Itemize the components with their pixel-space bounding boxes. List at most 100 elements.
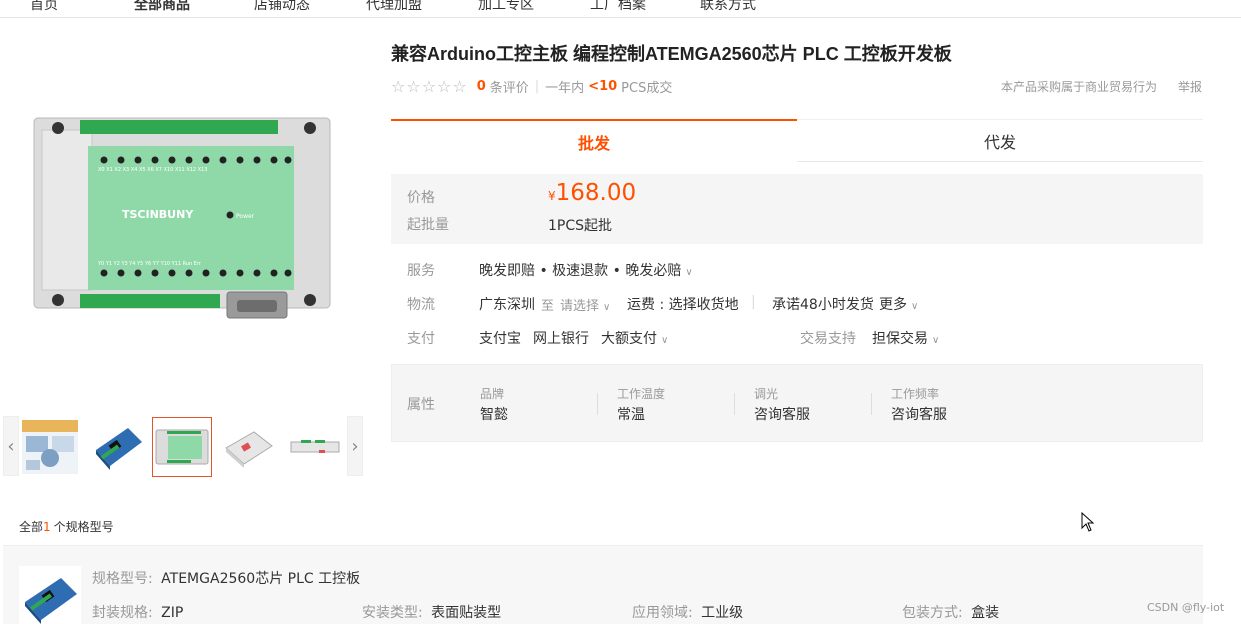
chevron-right-icon: › — [351, 435, 359, 457]
divider — [597, 393, 598, 415]
price-label: 价格 — [407, 190, 435, 206]
spec-key: 应用领域: — [632, 605, 693, 621]
destination-placeholder: 请选择 — [560, 299, 600, 314]
top-nav: 首页 全部商品 店铺动态 代理加盟 加工专区 工厂档案 联系方式 — [0, 0, 1241, 18]
tab-dropship[interactable]: 代发 — [797, 119, 1203, 162]
star-empty-icon: ☆ — [437, 76, 452, 96]
spec-value: ATEMGA2560芯片 PLC 工控板 — [161, 571, 361, 587]
spec-mount: 安装类型: 表面贴装型 — [362, 602, 501, 622]
spec-count: 全部1 个规格型号 — [19, 518, 114, 535]
chevron-down-icon: ∨ — [685, 267, 693, 278]
trade-support-label: 交易支持 — [800, 331, 856, 347]
service-row: 服务 晚发即赔 • 极速退款 • 晚发必赔 ∨ — [391, 260, 1203, 280]
attributes-label: 属性 — [407, 397, 435, 413]
product-main-image[interactable]: X0 X1 X2 X3 X4 X5 X6 X7 X10 X11 X12 X13 … — [22, 100, 342, 330]
spec-value: 盒装 — [971, 605, 1000, 621]
more-label: 更多 — [879, 297, 907, 313]
nav-factory[interactable]: 工厂档案 — [590, 0, 646, 14]
payment-online-bank: 网上银行 — [533, 331, 589, 347]
spec-field: 应用领域: 工业级 — [632, 602, 743, 622]
price-box: 价格 ¥168.00 起批量 1PCS起批 — [391, 174, 1203, 244]
spec-key: 封装规格: — [92, 605, 153, 621]
thumb-side-image — [290, 440, 340, 453]
attribute-value: 智懿 — [480, 407, 508, 423]
tab-wholesale[interactable]: 批发 — [391, 119, 797, 162]
sales-suffix: PCS成交 — [621, 80, 673, 96]
thumb-prev-button[interactable]: ‹ — [3, 416, 19, 476]
board-brand: TSCINBUNY — [122, 208, 194, 221]
attribute-value: 常温 — [617, 407, 645, 423]
review-count[interactable]: 0 — [477, 79, 486, 94]
more-logistics-button[interactable]: 更多 ∨ — [879, 294, 918, 314]
thumbnail-1[interactable] — [21, 418, 79, 476]
attribute-value: 咨询客服 — [754, 407, 810, 423]
report-link[interactable]: 举报 — [1178, 78, 1202, 95]
attribute-key: 工作温度 — [617, 387, 666, 401]
star-empty-icon: ☆ — [391, 76, 406, 96]
nav-home[interactable]: 首页 — [30, 0, 58, 14]
payment-large-dropdown[interactable]: 大额支付 ∨ — [601, 328, 668, 348]
thumbnail-5[interactable] — [286, 418, 344, 476]
chevron-down-icon: ∨ — [932, 335, 940, 346]
moq-value: 1PCS起批 — [548, 218, 613, 234]
star-empty-icon: ☆ — [406, 76, 421, 96]
shipping-promise: 承诺48小时发货 — [772, 297, 874, 313]
attribute-value: 咨询客服 — [891, 407, 947, 423]
price-value: ¥168.00 — [548, 180, 636, 206]
thumbnail-2[interactable] — [89, 418, 147, 476]
attribute-brand: 品牌 智懿 — [480, 385, 508, 424]
trade-note: 本产品采购属于商业贸易行为 — [1001, 80, 1158, 94]
spec-count-suffix: 个规格型号 — [53, 520, 114, 534]
service-value: 晚发即赔 • 极速退款 • 晚发必赔 — [479, 263, 682, 279]
nav-contact[interactable]: 联系方式 — [700, 0, 756, 14]
spec-list: 规格型号: ATEMGA2560芯片 PLC 工控板 封装规格: ZIP 安装类… — [3, 545, 1203, 624]
service-dropdown[interactable]: 晚发即赔 • 极速退款 • 晚发必赔 ∨ — [479, 260, 693, 280]
sales-value: <10 — [588, 78, 618, 94]
thumb-next-button[interactable]: › — [347, 416, 363, 476]
attribute-frequency: 工作频率 咨询客服 — [891, 385, 947, 424]
spec-package: 封装规格: ZIP — [92, 602, 183, 622]
moq-label: 起批量 — [407, 217, 449, 233]
spec-value: 表面贴装型 — [431, 605, 502, 621]
spec-count-number: 1 — [43, 520, 51, 534]
attribute-key: 工作频率 — [891, 387, 940, 401]
service-label: 服务 — [407, 263, 435, 279]
spec-thumbnail[interactable] — [19, 566, 81, 624]
watermark: CSDN @fly-iot — [1147, 601, 1225, 614]
thumb-enclosure-image — [225, 431, 273, 468]
payment-alipay: 支付宝 — [479, 331, 521, 347]
trade-support-value: 担保交易 — [872, 331, 928, 347]
thumbnail-3[interactable] — [152, 417, 212, 477]
thumb-plc-image — [155, 429, 209, 465]
spec-count-prefix: 全部 — [19, 520, 44, 534]
nav-processing[interactable]: 加工专区 — [478, 0, 534, 14]
nav-all-products[interactable]: 全部商品 — [134, 0, 190, 14]
destination-select[interactable]: 请选择 ∨ — [560, 295, 610, 314]
purchase-tabs: 批发 代发 — [391, 119, 1203, 162]
spec-packing: 包装方式: 盒装 — [902, 602, 999, 622]
review-label[interactable]: 条评价 — [490, 77, 529, 96]
rating-row: ☆ ☆ ☆ ☆ ☆ 0 条评价 | 一年内 <10 PCS成交 — [391, 76, 673, 96]
spec-key: 规格型号: — [92, 571, 153, 587]
chevron-left-icon: ‹ — [7, 435, 15, 457]
payment-row: 支付 支付宝 网上银行 大额支付 ∨ 交易支持 担保交易 ∨ — [391, 328, 1203, 348]
logistics-row: 物流 广东深圳 至 请选择 ∨ 运费 : 选择收货地 | 承诺48小时发货 更多 ∨ — [391, 294, 1203, 314]
nav-shop-news[interactable]: 店铺动态 — [254, 0, 310, 14]
star-empty-icon: ☆ — [452, 76, 467, 96]
spec-key: 包装方式: — [902, 605, 963, 621]
price-amount: 168.00 — [555, 180, 637, 206]
product-title: 兼容Arduino工控主板 编程控制ATEMGA2560芯片 PLC 工控板开发… — [391, 44, 952, 64]
spec-model: 规格型号: ATEMGA2560芯片 PLC 工控板 — [92, 568, 360, 588]
thumb-board-image — [96, 428, 142, 470]
trade-support-dropdown[interactable]: 担保交易 ∨ — [872, 328, 939, 348]
thumbnail-4[interactable] — [219, 418, 277, 476]
star-empty-icon: ☆ — [421, 76, 437, 96]
chevron-down-icon: ∨ — [911, 301, 919, 312]
attribute-dimming: 调光 咨询客服 — [754, 385, 810, 424]
divider: | — [534, 78, 540, 94]
attributes-box: 属性 品牌 智懿 工作温度 常温 调光 咨询客服 工作频率 咨询客服 — [391, 364, 1203, 442]
freight-info[interactable]: 运费 : 选择收货地 — [627, 294, 739, 314]
nav-agency[interactable]: 代理加盟 — [366, 0, 422, 14]
thumbnail-strip: ‹ › — [3, 416, 363, 478]
divider: | — [751, 294, 756, 310]
